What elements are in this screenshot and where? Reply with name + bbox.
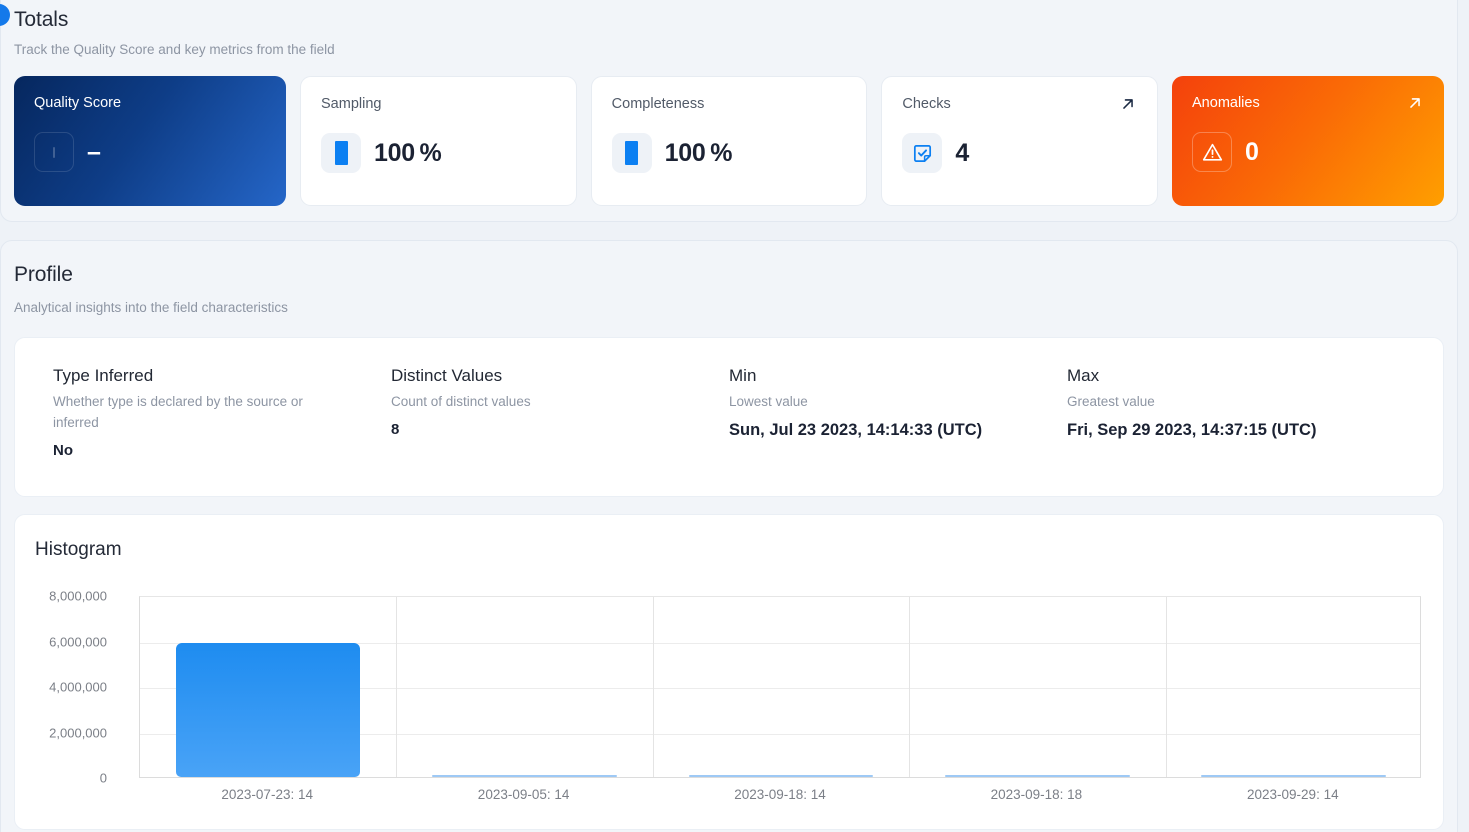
chart-y-axis-label: 0 bbox=[99, 770, 107, 786]
profile-section-subtitle: Analytical insights into the field chara… bbox=[14, 300, 288, 315]
profile-field-description: Lowest value bbox=[729, 394, 808, 409]
kpi-body-anomalies: 0 bbox=[1192, 132, 1259, 172]
chart-y-axis-label: 2,000,000 bbox=[49, 725, 107, 740]
profile-field-value: Fri, Sep 29 2023, 14:37:15 (UTC) bbox=[1067, 420, 1317, 439]
chart-bar[interactable] bbox=[432, 775, 617, 777]
kpi-card-row: Quality Score – Sampling 100 % Completen… bbox=[14, 76, 1445, 206]
histogram-card: Histogram 0 2,000,000 4,000,000 6,000,000 8,… bbox=[14, 514, 1444, 830]
chart-bar[interactable] bbox=[175, 642, 361, 777]
arrow-up-right-icon[interactable] bbox=[1406, 94, 1424, 112]
chart-gridline-vertical bbox=[396, 597, 397, 777]
profile-field-title: Type Inferred bbox=[53, 366, 154, 385]
chart-plot-area bbox=[139, 596, 1421, 778]
profile-field-description: Greatest value bbox=[1067, 394, 1155, 409]
chart-gridline-vertical bbox=[653, 597, 654, 777]
totals-section-subtitle: Track the Quality Score and key metrics … bbox=[14, 42, 335, 57]
checklist-icon bbox=[902, 133, 943, 173]
profile-field-value: No bbox=[53, 441, 73, 459]
gauge-icon bbox=[611, 133, 652, 173]
chart-y-axis-label: 8,000,000 bbox=[49, 588, 107, 604]
profile-field-value: 8 bbox=[391, 420, 400, 438]
chart-x-axis-label: 2023-07-23: 14 bbox=[221, 787, 313, 802]
chart-gridline-vertical bbox=[1166, 597, 1167, 777]
chart-bar[interactable] bbox=[688, 775, 874, 777]
profile-field-title: Distinct Values bbox=[391, 366, 503, 385]
chart-x-axis-label: 2023-09-18: 14 bbox=[734, 787, 826, 802]
kpi-body-sampling: 100 % bbox=[321, 133, 442, 173]
chart-x-axis-label: 2023-09-18: 18 bbox=[990, 787, 1083, 802]
chart-y-axis-label: 6,000,000 bbox=[49, 634, 107, 649]
profile-field-title: Max bbox=[1067, 366, 1100, 385]
histogram-chart[interactable]: 0 2,000,000 4,000,000 6,000,000 8,000,000 202… bbox=[15, 515, 1443, 829]
warning-triangle-icon bbox=[1192, 132, 1233, 172]
kpi-label-completeness: Completeness bbox=[611, 96, 705, 112]
kpi-value-quality-score: – bbox=[87, 137, 101, 166]
kpi-card-checks[interactable]: Checks 4 bbox=[881, 76, 1159, 206]
kpi-card-completeness[interactable]: Completeness 100 % bbox=[590, 76, 868, 206]
profile-field-min: Min Lowest value Sun, Jul 23 2023, 14:14… bbox=[729, 366, 1067, 468]
chart-bar[interactable] bbox=[945, 775, 1130, 777]
kpi-card-sampling[interactable]: Sampling 100 % bbox=[300, 76, 577, 206]
chart-bar[interactable] bbox=[1201, 775, 1387, 777]
profile-details-card: Type Inferred Whether type is declared b… bbox=[14, 337, 1444, 497]
kpi-label-quality-score: Quality Score bbox=[34, 95, 122, 111]
kpi-value-completeness: 100 % bbox=[664, 138, 733, 167]
profile-field-description: Count of distinct values bbox=[391, 394, 531, 409]
gauge-icon bbox=[34, 132, 74, 172]
totals-section-title: Totals bbox=[14, 8, 69, 31]
chart-x-axis-label: 2023-09-05: 14 bbox=[477, 787, 570, 802]
profile-field-description: Whether type is declared by the source o… bbox=[53, 394, 303, 430]
profile-section-title: Profile bbox=[14, 263, 73, 286]
chart-x-axis-label: 2023-09-29: 14 bbox=[1247, 787, 1339, 802]
kpi-label-anomalies: Anomalies bbox=[1192, 95, 1260, 111]
profile-field-max: Max Greatest value Fri, Sep 29 2023, 14:… bbox=[1067, 366, 1405, 468]
profile-field-type-inferred: Type Inferred Whether type is declared b… bbox=[53, 366, 391, 468]
kpi-card-quality-score[interactable]: Quality Score – bbox=[14, 76, 286, 206]
arrow-up-right-icon[interactable] bbox=[1119, 95, 1137, 113]
kpi-body-checks: 4 bbox=[902, 133, 969, 173]
kpi-body-completeness: 100 % bbox=[611, 133, 733, 173]
kpi-value-anomalies: 0 bbox=[1245, 137, 1259, 166]
kpi-value-checks: 4 bbox=[955, 138, 969, 167]
kpi-value-sampling: 100 % bbox=[374, 138, 442, 167]
chart-gridline-vertical bbox=[909, 597, 910, 777]
kpi-label-sampling: Sampling bbox=[321, 96, 382, 112]
kpi-label-checks: Checks bbox=[902, 96, 951, 112]
gauge-icon bbox=[321, 133, 361, 173]
profile-field-title: Min bbox=[729, 366, 757, 385]
chart-y-axis-label: 4,000,000 bbox=[49, 679, 107, 695]
profile-field-value: Sun, Jul 23 2023, 14:14:33 (UTC) bbox=[729, 420, 983, 439]
profile-field-distinct-values: Distinct Values Count of distinct values… bbox=[391, 366, 729, 468]
kpi-card-anomalies[interactable]: Anomalies 0 bbox=[1172, 76, 1445, 206]
kpi-body-quality-score: – bbox=[34, 132, 101, 172]
